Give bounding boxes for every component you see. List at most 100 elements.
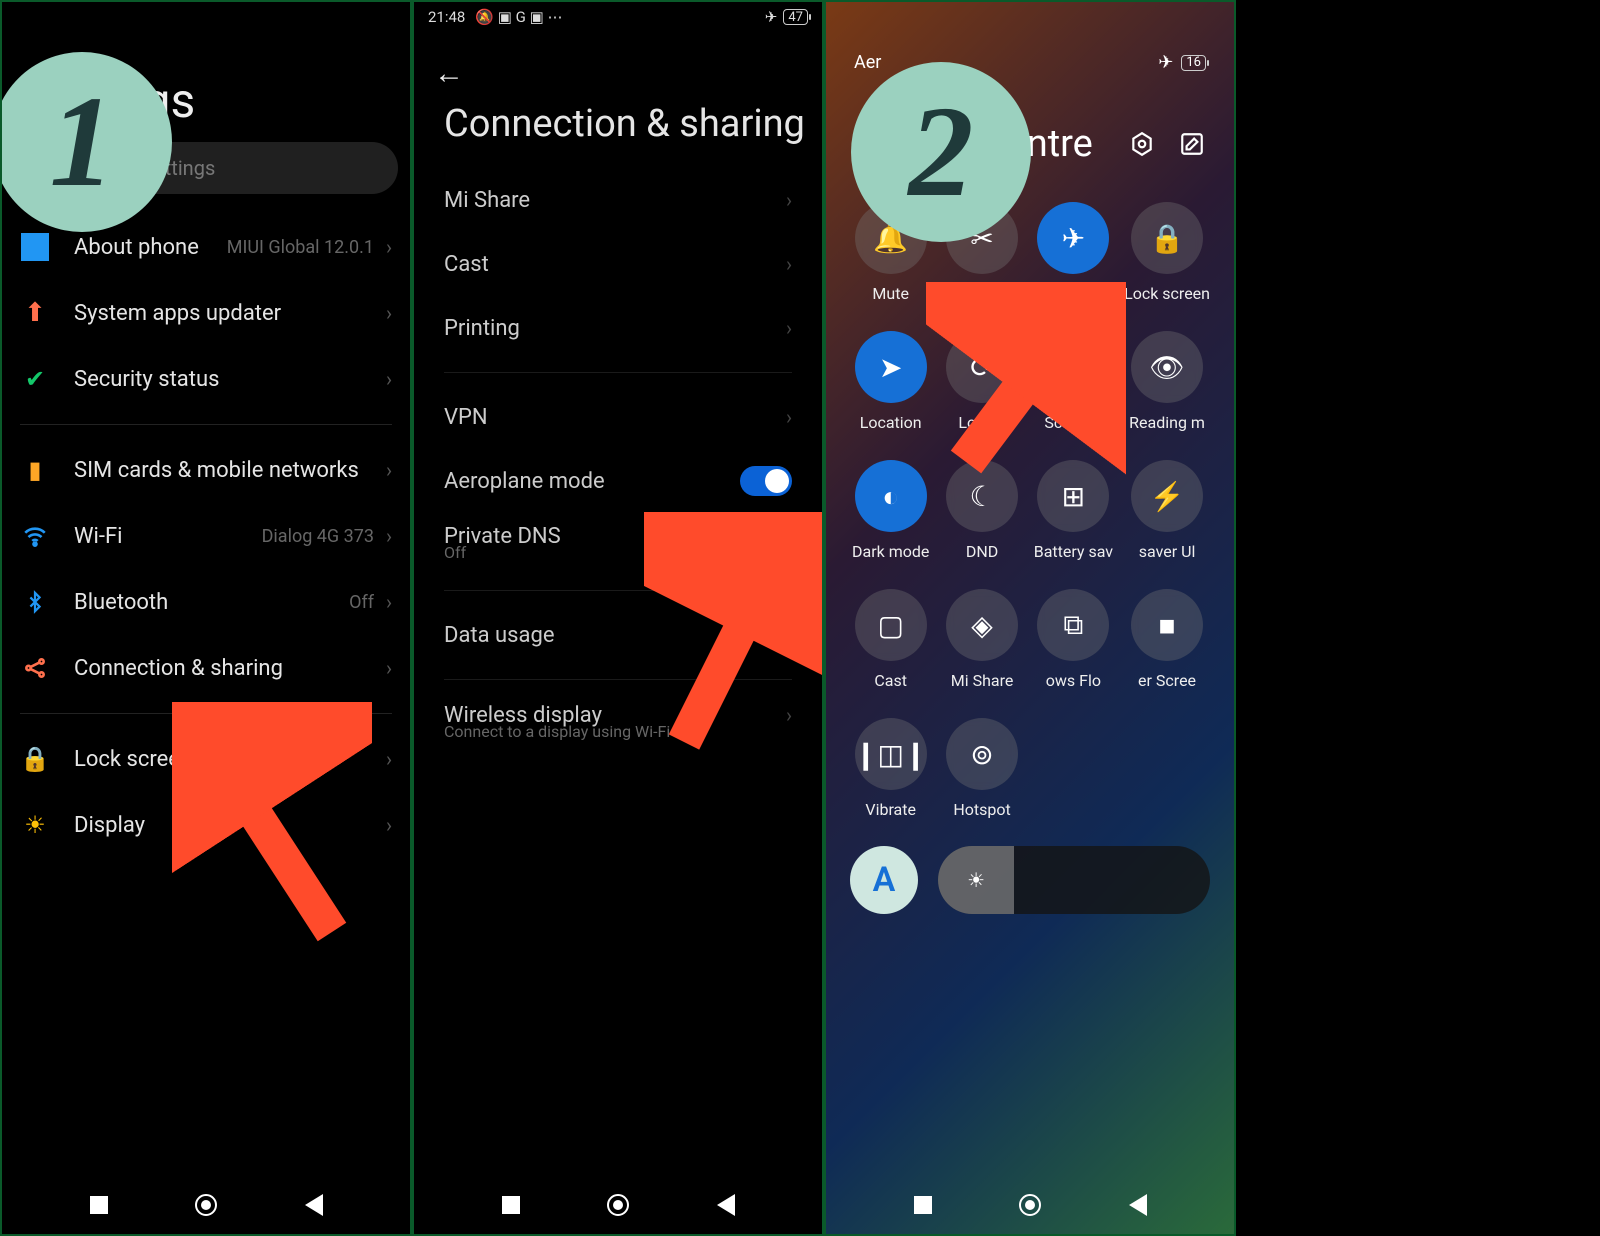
item-label: Bluetooth: [74, 590, 168, 615]
status-bar: 21:48 🔕 ▣ G ▣ ⋯ ✈ 47: [414, 2, 822, 32]
plane-icon: ✈: [765, 8, 778, 26]
cc-tile-lock[interactable]: 🔒 Lock screen: [1124, 202, 1210, 303]
nav-home-icon[interactable]: [607, 1194, 629, 1216]
cc-tile-plane[interactable]: ✈Aerop: [1033, 202, 1114, 303]
share-icon: [20, 653, 50, 683]
cc-tile-window[interactable]: ⧉ows Flo: [1033, 589, 1114, 690]
nav-home-icon[interactable]: [195, 1194, 217, 1216]
avatar[interactable]: A: [850, 846, 918, 914]
cast-icon: ▢: [855, 589, 927, 661]
item-label: SIM cards & mobile networks: [74, 458, 359, 483]
nav-recent-icon[interactable]: [90, 1196, 108, 1214]
cc-tile-label: er Scree: [1138, 671, 1196, 690]
nav-recent-icon[interactable]: [914, 1196, 932, 1214]
brightness-slider[interactable]: ☀: [938, 846, 1210, 914]
row-cast[interactable]: Cast ›: [414, 232, 822, 296]
nav-back-icon[interactable]: [305, 1194, 323, 1216]
row-sub: Connect to a display using Wi-Fi: [414, 722, 822, 757]
row-label: Aeroplane mode: [444, 469, 605, 494]
item-connection-sharing[interactable]: Connection & sharing ›: [2, 635, 410, 701]
cc-tile-vibrate[interactable]: ❙◫❙Vibrate: [850, 718, 931, 819]
cc-tile-label: Scanner: [1044, 413, 1102, 432]
cc-grid: 🔔Mute✂Sc✈Aerop🔒Lock screen➤Location⟳Lock…: [850, 202, 1210, 819]
divider: [444, 590, 792, 591]
item-system-apps-updater[interactable]: ⬆ System apps updater ›: [2, 280, 410, 346]
item-label: Connection & sharing: [74, 656, 283, 681]
panel-connection-sharing: 21:48 🔕 ▣ G ▣ ⋯ ✈ 47 ← Connection & shar…: [412, 0, 824, 1236]
chevron-right-icon: ›: [386, 656, 392, 680]
item-lock-screen[interactable]: 🔒 Lock screen ›: [2, 726, 410, 792]
chevron-right-icon: ›: [386, 747, 392, 771]
updater-icon: ⬆: [20, 298, 50, 328]
cc-tile-hotspot[interactable]: ⊚Hotspot: [941, 718, 1022, 819]
row-aeroplane-mode[interactable]: Aeroplane mode: [414, 449, 822, 513]
row-mi-share[interactable]: Mi Share ›: [414, 168, 822, 232]
item-wifi[interactable]: Wi-Fi Dialog 4G 373 ›: [2, 503, 410, 569]
chevron-right-icon: ›: [386, 235, 392, 259]
edit-icon[interactable]: [1178, 130, 1206, 158]
row-data-usage[interactable]: Data usage ›: [414, 603, 822, 667]
step-badge-2: 2: [851, 62, 1031, 242]
cc-tile-mishare[interactable]: ◈ Mi Share: [941, 589, 1022, 690]
row-vpn[interactable]: VPN ›: [414, 385, 822, 449]
cc-tile-bolt[interactable]: ⚡saver Ul: [1124, 460, 1210, 561]
vibrate-icon: ❙◫❙: [855, 718, 927, 790]
nav-back-icon[interactable]: [717, 1194, 735, 1216]
cc-tile-batt[interactable]: ⊞Battery sav: [1033, 460, 1114, 561]
mishare-icon: ◈: [946, 589, 1018, 661]
status-time: 21:48: [428, 8, 465, 26]
item-sim-cards[interactable]: ▮ SIM cards & mobile networks ›: [2, 437, 410, 503]
cc-tile-label: Lock screen: [1124, 284, 1210, 303]
divider: [20, 424, 392, 425]
item-display[interactable]: ☀ Display ›: [2, 792, 410, 858]
divider: [444, 372, 792, 373]
panel-control-centre: Aer ✈ 16 Control centre 🔔Mute✂Sc✈Aerop🔒L…: [824, 0, 1236, 1236]
cc-tile-label: Cast: [874, 671, 907, 690]
lock-icon: 🔒: [1131, 202, 1203, 274]
cc-tile-dark[interactable]: ◐Dark mode: [850, 460, 931, 561]
wifi-icon: [20, 521, 50, 551]
chevron-right-icon: ›: [786, 623, 792, 647]
nav-recent-icon[interactable]: [502, 1196, 520, 1214]
cc-tile-label: DND: [966, 542, 998, 561]
divider: [20, 713, 392, 714]
cc-tile-label: Sc: [973, 284, 991, 303]
cc-tile-scan[interactable]: ⌗Scanner: [1033, 331, 1114, 432]
back-button[interactable]: ←: [434, 56, 464, 91]
android-navbar: [826, 1194, 1234, 1216]
nav-back-icon[interactable]: [1129, 1194, 1147, 1216]
item-security-status[interactable]: ✔ Security status ›: [2, 346, 410, 412]
gear-icon[interactable]: [1128, 130, 1156, 158]
row-label: Cast: [444, 252, 489, 277]
cc-tile-nav[interactable]: ➤Location: [850, 331, 931, 432]
cc-tile-camera[interactable]: ■er Scree: [1124, 589, 1210, 690]
chevron-right-icon: ›: [386, 367, 392, 391]
status-left: Aer: [854, 52, 881, 73]
item-label: Lock screen: [74, 747, 192, 772]
item-bluetooth[interactable]: Bluetooth Off ›: [2, 569, 410, 635]
cc-tile-label: ows Flo: [1046, 671, 1101, 690]
row-label: Printing: [444, 316, 520, 341]
divider: [444, 679, 792, 680]
battery-icon: 47: [783, 9, 808, 25]
cc-tile-moon[interactable]: ☾DND: [941, 460, 1022, 561]
cc-tile-rotate[interactable]: ⟳Lock o: [941, 331, 1022, 432]
aeroplane-toggle[interactable]: [740, 466, 792, 496]
cc-bottom-row: A ☀: [850, 846, 1210, 914]
shield-icon: ✔: [20, 364, 50, 394]
cc-tile-label: Mute: [872, 284, 909, 303]
chevron-right-icon: ›: [786, 703, 792, 727]
dark-icon: ◐: [855, 460, 927, 532]
chevron-right-icon: ›: [386, 524, 392, 548]
nav-home-icon[interactable]: [1019, 1194, 1041, 1216]
chevron-right-icon: ›: [786, 524, 792, 548]
brightness-icon: ☀: [967, 868, 985, 892]
row-printing[interactable]: Printing ›: [414, 296, 822, 360]
chevron-right-icon: ›: [786, 252, 792, 276]
cc-tile-label: Mi Share: [951, 671, 1014, 690]
cc-tile-cast[interactable]: ▢ Cast: [850, 589, 931, 690]
hotspot-icon: ⊚: [946, 718, 1018, 790]
plane-icon: ✈: [1158, 52, 1173, 73]
bolt-icon: ⚡: [1131, 460, 1203, 532]
cc-tile-eye[interactable]: 👁Reading m: [1124, 331, 1210, 432]
